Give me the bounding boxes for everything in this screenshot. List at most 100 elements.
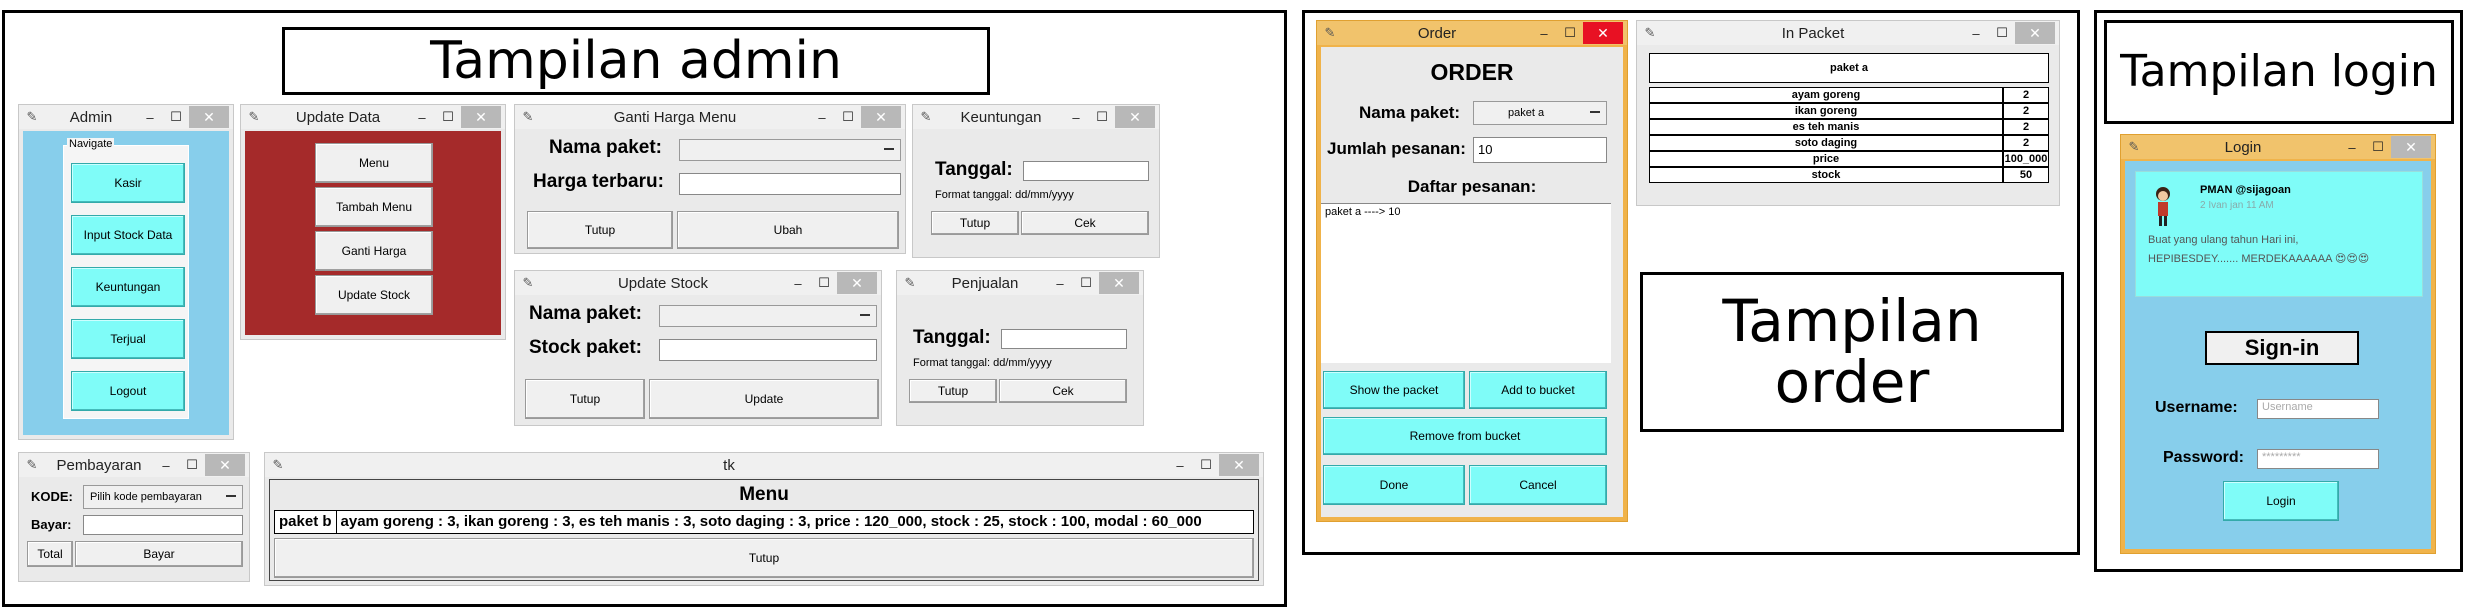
bayar-input[interactable]	[83, 515, 243, 535]
nama-paket-combo[interactable]: paket a	[1473, 101, 1607, 125]
terjual-button[interactable]: Terjual	[71, 319, 185, 359]
avatar-icon	[2156, 187, 2170, 226]
window-titlebar[interactable]: ✎ In Packet – ☐ ✕	[1637, 21, 2059, 45]
tutup-button[interactable]: Tutup	[274, 538, 1254, 578]
cek-button[interactable]: Cek	[1021, 211, 1149, 235]
close-icon[interactable]: ✕	[1219, 454, 1259, 476]
tanggal-input[interactable]	[1023, 161, 1149, 181]
close-icon[interactable]: ✕	[461, 106, 501, 128]
keuntungan-button[interactable]: Keuntungan	[71, 267, 185, 307]
update-button[interactable]: Update	[649, 379, 879, 419]
order-body: ORDER Nama paket: paket a Jumlah pesanan…	[1321, 47, 1623, 517]
maximize-icon[interactable]: ☐	[2365, 139, 2391, 155]
chevron-down-icon	[1590, 111, 1600, 113]
minimize-icon[interactable]: –	[1963, 26, 1989, 41]
jumlah-pesanan-input[interactable]: 10	[1473, 137, 1607, 163]
window-titlebar[interactable]: ✎ Pembayaran – ☐ ✕	[19, 453, 249, 477]
bayar-button[interactable]: Bayar	[75, 541, 243, 567]
tanggal-input[interactable]	[1001, 329, 1127, 349]
window-titlebar[interactable]: ✎ Update Data – ☐ ✕	[241, 105, 505, 129]
show-packet-button[interactable]: Show the packet	[1323, 371, 1465, 409]
maximize-icon[interactable]: ☐	[179, 457, 205, 473]
close-icon[interactable]: ✕	[861, 106, 901, 128]
minimize-icon[interactable]: –	[1063, 110, 1089, 125]
minimize-icon[interactable]: –	[153, 458, 179, 473]
maximize-icon[interactable]: ☐	[1193, 457, 1219, 473]
kode-combo[interactable]: Pilih kode pembayaran	[83, 485, 243, 509]
harga-terbaru-input[interactable]	[679, 173, 901, 195]
maximize-icon[interactable]: ☐	[1989, 25, 2015, 41]
maximize-icon[interactable]: ☐	[835, 109, 861, 125]
minimize-icon[interactable]: –	[409, 110, 435, 125]
total-button[interactable]: Total	[27, 541, 73, 567]
app-icon: ✎	[272, 457, 284, 472]
tutup-button[interactable]: Tutup	[909, 379, 997, 403]
nama-paket-combo[interactable]	[679, 139, 901, 161]
minimize-icon[interactable]: –	[785, 276, 811, 291]
close-icon[interactable]: ✕	[837, 272, 877, 294]
close-icon[interactable]: ✕	[2015, 22, 2055, 44]
close-icon[interactable]: ✕	[205, 454, 245, 476]
minimize-icon[interactable]: –	[809, 110, 835, 125]
window-titlebar[interactable]: ✎ Order – ☐ ✕	[1317, 21, 1627, 45]
password-input[interactable]: *********	[2257, 449, 2379, 469]
close-icon[interactable]: ✕	[1115, 106, 1155, 128]
window-titlebar[interactable]: ✎ Ganti Harga Menu – ☐ ✕	[515, 105, 905, 129]
add-to-bucket-button[interactable]: Add to bucket	[1469, 371, 1607, 409]
kasir-button[interactable]: Kasir	[71, 163, 185, 203]
update-data-window: ✎ Update Data – ☐ ✕ Menu Tambah Menu Gan…	[240, 104, 506, 340]
tk-window: ✎ tk – ☐ ✕ Menu paket b ayam goreng : 3,…	[264, 452, 1264, 586]
username-input[interactable]: Username	[2257, 399, 2379, 419]
minimize-icon[interactable]: –	[137, 110, 163, 125]
avatar	[2150, 184, 2176, 228]
keuntungan-body: Tanggal: Format tanggal: dd/mm/yyyy Tutu…	[917, 131, 1155, 253]
app-icon: ✎	[920, 109, 932, 124]
app-icon: ✎	[2128, 139, 2140, 154]
window-titlebar[interactable]: ✎ Login – ☐ ✕	[2121, 135, 2435, 159]
close-icon[interactable]: ✕	[1583, 22, 1623, 44]
app-icon: ✎	[904, 275, 916, 290]
minimize-icon[interactable]: –	[2339, 140, 2365, 155]
tutup-button[interactable]: Tutup	[931, 211, 1019, 235]
qty-cell: 100_000	[2003, 151, 2049, 167]
maximize-icon[interactable]: ☐	[1557, 25, 1583, 41]
stock-paket-input[interactable]	[659, 339, 877, 361]
ubah-button[interactable]: Ubah	[677, 211, 899, 249]
window-titlebar[interactable]: ✎ Keuntungan – ☐ ✕	[913, 105, 1159, 129]
minimize-icon[interactable]: –	[1531, 26, 1557, 41]
close-icon[interactable]: ✕	[189, 106, 229, 128]
window-titlebar[interactable]: ✎ tk – ☐ ✕	[265, 453, 1263, 477]
window-titlebar[interactable]: ✎ Update Stock – ☐ ✕	[515, 271, 881, 295]
daftar-pesanan-list[interactable]: paket a ----> 10	[1321, 203, 1611, 363]
tutup-button[interactable]: Tutup	[527, 211, 673, 249]
maximize-icon[interactable]: ☐	[1089, 109, 1115, 125]
logout-button[interactable]: Logout	[71, 371, 185, 411]
cek-button[interactable]: Cek	[999, 379, 1127, 403]
window-titlebar[interactable]: ✎ Admin – ☐ ✕	[19, 105, 233, 129]
close-icon[interactable]: ✕	[1099, 272, 1139, 294]
maximize-icon[interactable]: ☐	[435, 109, 461, 125]
nama-paket-combo[interactable]	[659, 305, 877, 327]
penjualan-window: ✎ Penjualan – ☐ ✕ Tanggal: Format tangga…	[896, 270, 1144, 426]
ganti-harga-button[interactable]: Ganti Harga	[315, 231, 433, 271]
format-hint: Format tanggal: dd/mm/yyyy	[935, 189, 1074, 201]
cancel-button[interactable]: Cancel	[1469, 465, 1607, 505]
maximize-icon[interactable]: ☐	[811, 275, 837, 291]
window-titlebar[interactable]: ✎ Penjualan – ☐ ✕	[897, 271, 1143, 295]
remove-from-bucket-button[interactable]: Remove from bucket	[1323, 417, 1607, 455]
qty-cell: 2	[2003, 135, 2049, 151]
input-stock-data-button[interactable]: Input Stock Data	[71, 215, 185, 255]
minimize-icon[interactable]: –	[1047, 276, 1073, 291]
tutup-button[interactable]: Tutup	[525, 379, 645, 419]
minimize-icon[interactable]: –	[1167, 458, 1193, 473]
update-stock-button[interactable]: Update Stock	[315, 275, 433, 315]
maximize-icon[interactable]: ☐	[163, 109, 189, 125]
jumlah-pesanan-label: Jumlah pesanan:	[1327, 139, 1466, 158]
tanggal-label: Tanggal:	[913, 327, 991, 348]
tambah-menu-button[interactable]: Tambah Menu	[315, 187, 433, 227]
login-button[interactable]: Login	[2223, 481, 2339, 521]
done-button[interactable]: Done	[1323, 465, 1465, 505]
menu-button[interactable]: Menu	[315, 143, 433, 183]
maximize-icon[interactable]: ☐	[1073, 275, 1099, 291]
close-icon[interactable]: ✕	[2391, 136, 2431, 158]
